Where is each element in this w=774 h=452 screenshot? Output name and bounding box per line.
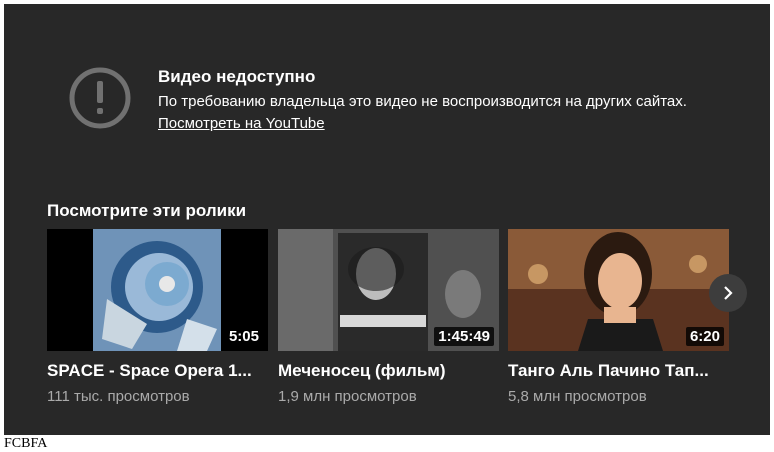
footer-text: FCBFA (4, 436, 48, 451)
next-videos-button[interactable] (709, 274, 747, 312)
suggestions-heading: Посмотрите эти ролики (47, 201, 247, 220)
video-views: 5,8 млн просмотров (508, 388, 647, 405)
watch-on-youtube-link[interactable]: Посмотреть на YouTube (158, 115, 325, 132)
video-thumbnail[interactable]: 5:05 (47, 229, 268, 351)
video-card[interactable]: 1:45:49 Меченосец (фильм) 1,9 млн просмо… (278, 229, 499, 405)
error-message: По требованию владельца это видео не вос… (158, 91, 718, 135)
video-thumbnail[interactable]: 6:20 (508, 229, 729, 351)
error-message-text: По требованию владельца это видео не вос… (158, 93, 687, 110)
video-title[interactable]: Танго Аль Пачино Тап... (508, 361, 726, 381)
video-views: 111 тыс. просмотров (47, 388, 190, 405)
video-player: Видео недоступно По требованию владельца… (4, 4, 770, 435)
error-title: Видео недоступно (158, 67, 316, 86)
video-thumbnail[interactable]: 1:45:49 (278, 229, 499, 351)
video-duration: 1:45:49 (434, 327, 494, 346)
video-views: 1,9 млн просмотров (278, 388, 417, 405)
alert-circle-icon (68, 66, 132, 130)
video-card[interactable]: 5:05 SPACE - Space Opera 1... 111 тыс. п… (47, 229, 268, 405)
video-duration: 6:20 (685, 327, 724, 346)
video-card[interactable]: 6:20 Танго Аль Пачино Тап... 5,8 млн про… (508, 229, 729, 405)
chevron-right-icon (724, 286, 733, 300)
video-title[interactable]: SPACE - Space Opera 1... (47, 361, 265, 381)
video-duration: 5:05 (224, 327, 263, 346)
video-title[interactable]: Меченосец (фильм) (278, 361, 496, 381)
